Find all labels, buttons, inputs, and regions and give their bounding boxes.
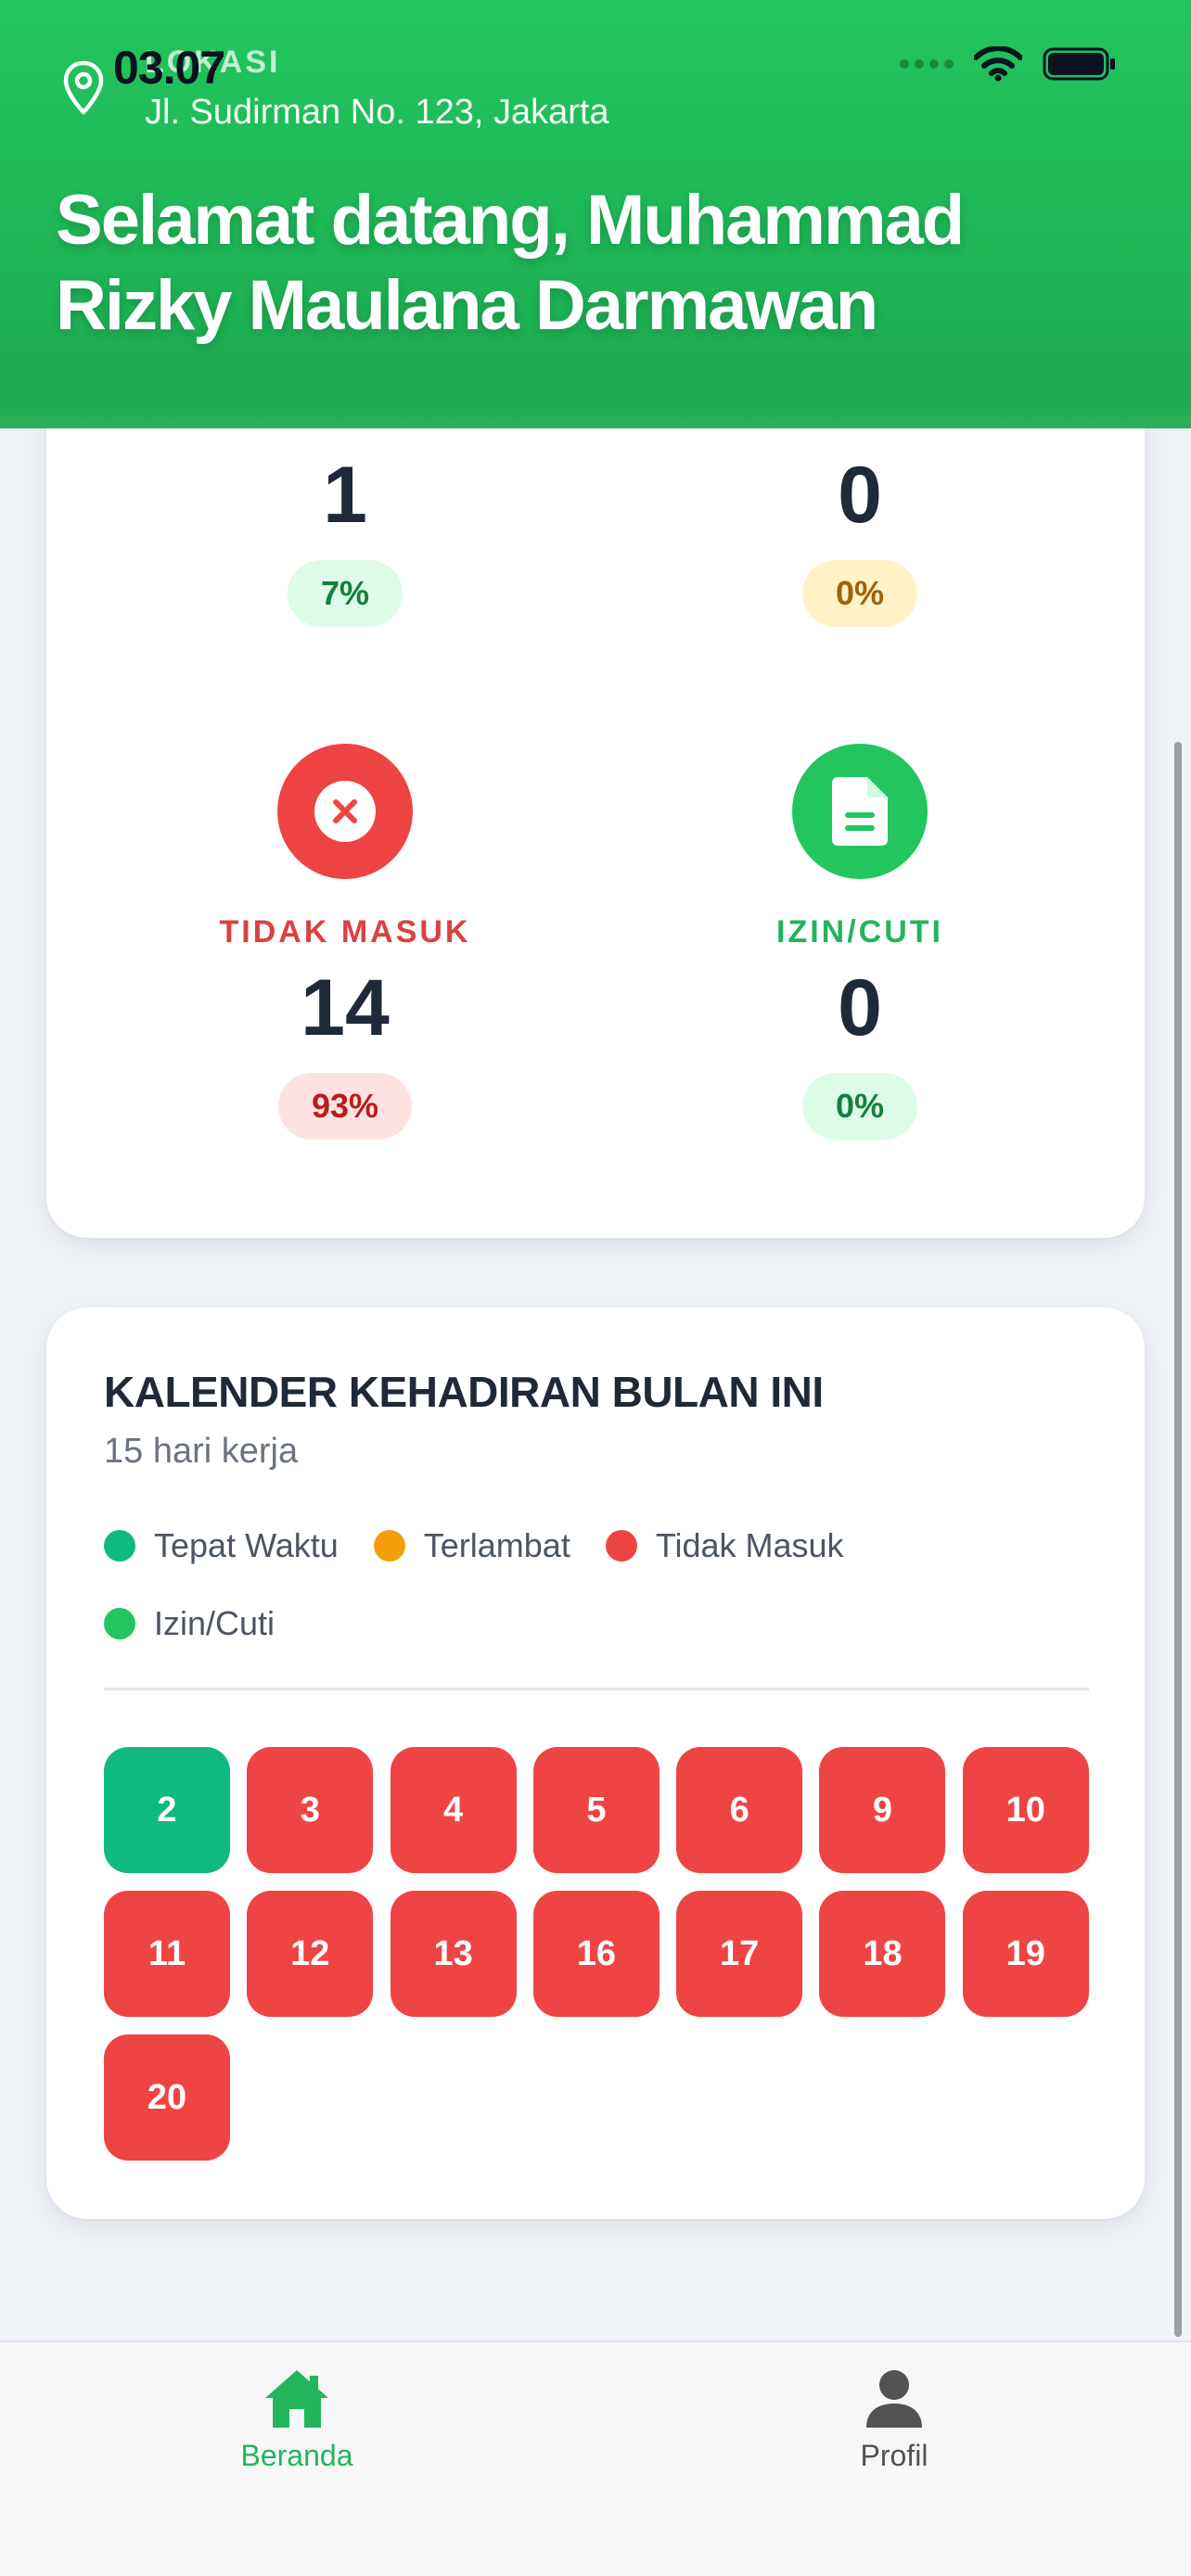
calendar-day-grid: 2 3 4 5 6 9 10 11 12 13 16 17 18 19 20 bbox=[104, 1747, 1089, 2161]
legend-dot bbox=[373, 1530, 405, 1562]
stat-label: TIDAK MASUK bbox=[219, 914, 471, 950]
legend-item-tidak-masuk: Tidak Masuk bbox=[605, 1526, 844, 1565]
bottom-tab-bar: Beranda Profil bbox=[0, 2340, 1191, 2576]
calendar-day[interactable]: 3 bbox=[247, 1747, 374, 1873]
legend-label: Tidak Masuk bbox=[655, 1526, 844, 1564]
tab-beranda[interactable]: Beranda bbox=[158, 2368, 436, 2473]
status-time: 03.07 bbox=[113, 42, 225, 94]
tab-profil[interactable]: Profil bbox=[755, 2368, 1033, 2473]
stat-percent-badge: 93% bbox=[277, 1073, 413, 1140]
stat-top-right: 0 0% bbox=[600, 451, 1120, 627]
legend-item-izin-cuti: Izin/Cuti bbox=[104, 1604, 275, 1643]
legend-label: Terlambat bbox=[423, 1526, 570, 1564]
legend-item-tepat-waktu: Tepat Waktu bbox=[104, 1526, 339, 1565]
stat-percent-badge: 0% bbox=[801, 1073, 918, 1140]
legend-dot bbox=[104, 1608, 135, 1639]
calendar-day[interactable]: 5 bbox=[532, 1747, 660, 1873]
calendar-day[interactable]: 6 bbox=[676, 1747, 803, 1873]
legend-dot bbox=[605, 1530, 637, 1562]
welcome-title: Selamat datang, Muhammad Rizky Maulana D… bbox=[56, 181, 965, 345]
calendar-day[interactable]: 12 bbox=[247, 1891, 374, 2017]
calendar-day[interactable]: 18 bbox=[819, 1891, 946, 2017]
stat-value: 1 bbox=[323, 451, 367, 540]
calendar-day[interactable]: 2 bbox=[104, 1747, 230, 1873]
legend-dot bbox=[104, 1530, 135, 1562]
screen: 1 7% 0 0% TIDAK MASUK 14 93% IZIN/CUTI 0… bbox=[0, 0, 1191, 2576]
stat-tidak-masuk: TIDAK MASUK 14 93% bbox=[85, 744, 605, 1140]
stat-label: IZIN/CUTI bbox=[776, 914, 943, 950]
legend-label: Izin/Cuti bbox=[154, 1604, 275, 1642]
calendar-legend-row-2: Izin/Cuti bbox=[104, 1604, 310, 1643]
stat-value: 0 bbox=[838, 451, 882, 540]
calendar-day[interactable]: 11 bbox=[104, 1891, 230, 2017]
stat-izin-cuti: IZIN/CUTI 0 0% bbox=[600, 744, 1120, 1140]
calendar-day[interactable]: 10 bbox=[962, 1747, 1089, 1873]
stat-top-left: 1 7% bbox=[85, 451, 605, 627]
calendar-day[interactable]: 19 bbox=[962, 1891, 1089, 2017]
app-header: 03.07 LOKASI Jl. Sudirman No. 123, Jakar… bbox=[0, 0, 1191, 428]
wifi-icon bbox=[974, 46, 1022, 82]
calendar-day[interactable]: 13 bbox=[390, 1891, 517, 2017]
battery-icon bbox=[1043, 47, 1115, 81]
stat-value: 14 bbox=[301, 963, 390, 1052]
absent-status-circle bbox=[277, 744, 413, 879]
calendar-divider bbox=[104, 1688, 1089, 1690]
stat-percent-badge: 0% bbox=[801, 560, 918, 627]
cellular-signal-icon bbox=[900, 59, 954, 69]
x-icon bbox=[314, 781, 376, 842]
calendar-title: KALENDER KEHADIRAN BULAN INI bbox=[104, 1368, 824, 1416]
legend-label: Tepat Waktu bbox=[154, 1526, 339, 1564]
calendar-legend: Tepat Waktu Terlambat Tidak Masuk bbox=[104, 1526, 879, 1565]
tab-label: Profil bbox=[860, 2439, 928, 2472]
document-icon bbox=[832, 777, 888, 846]
calendar-subtitle: 15 hari kerja bbox=[104, 1432, 299, 1471]
calendar-day[interactable]: 20 bbox=[104, 2034, 230, 2161]
person-icon bbox=[866, 2370, 922, 2428]
status-icons bbox=[900, 46, 1117, 82]
stat-percent-badge: 7% bbox=[287, 560, 403, 627]
stat-value: 0 bbox=[838, 963, 882, 1052]
leave-status-circle bbox=[792, 744, 928, 879]
home-icon bbox=[265, 2370, 328, 2428]
calendar-day[interactable]: 16 bbox=[532, 1891, 660, 2017]
attendance-stats-card: 1 7% 0 0% TIDAK MASUK 14 93% IZIN/CUTI 0… bbox=[46, 352, 1145, 1238]
attendance-calendar-card: KALENDER KEHADIRAN BULAN INI 15 hari ker… bbox=[46, 1307, 1145, 2219]
location-pin-icon bbox=[63, 60, 104, 115]
calendar-day[interactable]: 17 bbox=[676, 1891, 803, 2017]
calendar-day[interactable]: 4 bbox=[390, 1747, 517, 1873]
legend-item-terlambat: Terlambat bbox=[373, 1526, 570, 1565]
location-address: Jl. Sudirman No. 123, Jakarta bbox=[145, 93, 609, 132]
tab-label: Beranda bbox=[240, 2439, 353, 2472]
scrollbar[interactable] bbox=[1174, 742, 1182, 2337]
calendar-day[interactable]: 9 bbox=[819, 1747, 946, 1873]
